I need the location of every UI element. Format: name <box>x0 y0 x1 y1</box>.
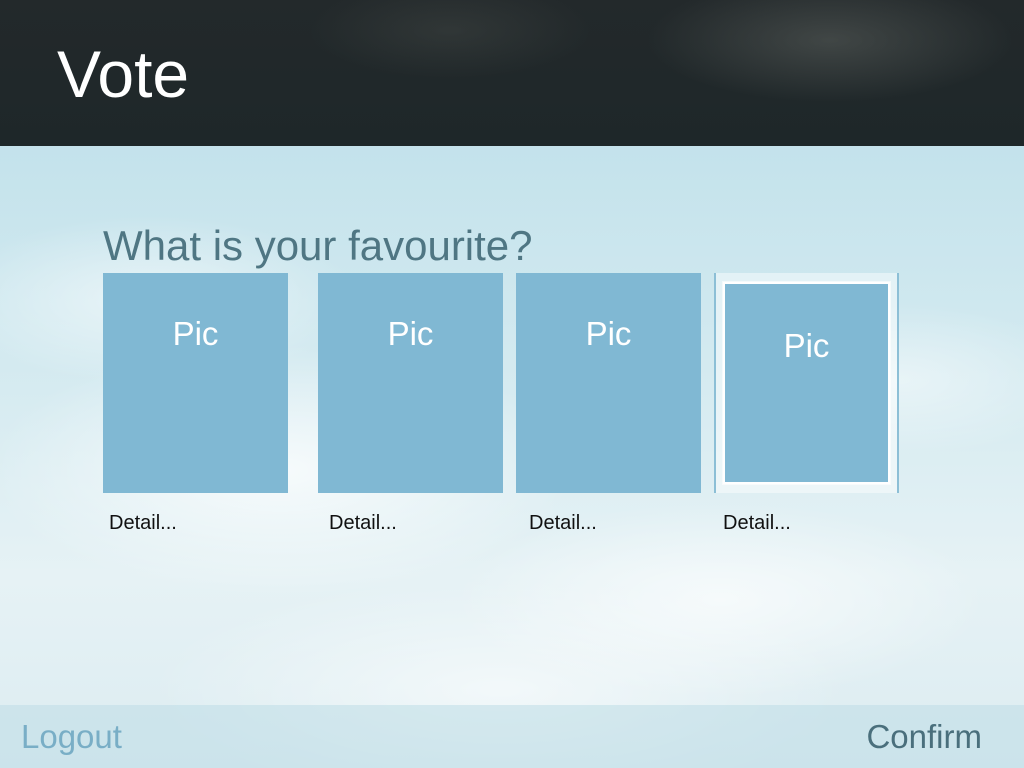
option-card-4-selected[interactable]: Pic <box>714 273 899 493</box>
option-detail-link-1[interactable]: Detail... <box>109 511 177 535</box>
option-detail-link-2[interactable]: Detail... <box>329 511 397 535</box>
vote-question: What is your favourite? <box>103 222 533 269</box>
logout-button[interactable]: Logout <box>21 717 122 757</box>
option-detail-link-4[interactable]: Detail... <box>723 511 791 535</box>
option-card-1[interactable]: Pic <box>103 273 288 493</box>
page-title: Vote <box>57 37 190 111</box>
confirm-button[interactable]: Confirm <box>866 717 982 757</box>
option-selected-frame: Pic <box>723 282 890 484</box>
option-pic-label: Pic <box>172 315 219 352</box>
option-pic-label: Pic <box>783 327 830 364</box>
header-bar: Vote <box>0 0 1024 146</box>
option-pic-label: Pic <box>387 315 434 352</box>
option-card-2[interactable]: Pic <box>318 273 503 493</box>
option-pic-label: Pic <box>585 315 632 352</box>
option-detail-link-3[interactable]: Detail... <box>529 511 597 535</box>
option-card-3[interactable]: Pic <box>516 273 701 493</box>
